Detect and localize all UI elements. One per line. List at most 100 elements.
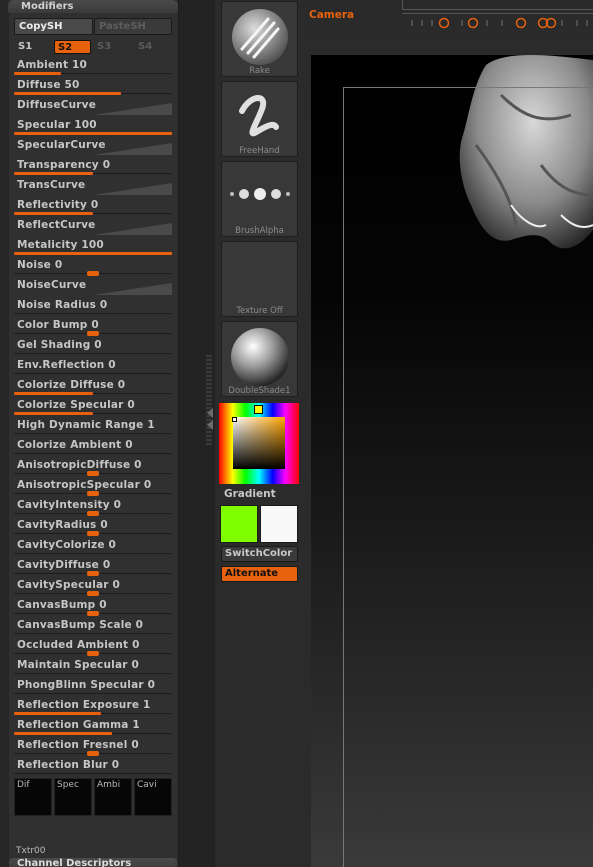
modifier-row[interactable]: AnisotropicDiffuse 0 [14, 459, 172, 479]
modifier-row[interactable]: CavityDiffuse 0 [14, 559, 172, 579]
slider-handle[interactable] [87, 511, 99, 516]
channel-swatch-dif[interactable]: Dif [14, 778, 52, 816]
modifier-row[interactable]: CavityColorize 0 [14, 539, 172, 559]
slider-track[interactable] [14, 673, 172, 674]
slider-track[interactable] [14, 373, 172, 374]
drag-grip-icon[interactable] [206, 355, 212, 445]
slider-track[interactable] [14, 633, 172, 634]
collapse-left-icon[interactable] [207, 408, 213, 418]
channel-swatch-cavi[interactable]: Cavi [134, 778, 172, 816]
modifier-row[interactable]: Reflectivity 0 [14, 199, 172, 219]
modifier-row[interactable]: Reflection Gamma 1 [14, 719, 172, 739]
slider-fill[interactable] [14, 132, 172, 135]
slider-fill[interactable] [14, 412, 93, 415]
modifier-row[interactable]: Ambient 10 [14, 59, 172, 79]
slot-s3-button[interactable]: S3 [97, 40, 111, 54]
slider-fill[interactable] [14, 72, 61, 75]
modifier-row[interactable]: CanvasBump Scale 0 [14, 619, 172, 639]
modifier-row[interactable]: Gel Shading 0 [14, 339, 172, 359]
modifier-row[interactable]: AnisotropicSpecular 0 [14, 479, 172, 499]
slider-track[interactable] [14, 553, 172, 554]
modifier-row[interactable]: Colorize Specular 0 [14, 399, 172, 419]
modifier-row[interactable]: TransCurve [14, 179, 172, 199]
brush-rake-button[interactable]: Rake [221, 1, 298, 77]
slider-fill[interactable] [14, 712, 101, 715]
gradient-toggle[interactable]: Gradient [224, 488, 276, 500]
modifier-row[interactable]: Occluded Ambient 0 [14, 639, 172, 659]
modifier-row[interactable]: Colorize Diffuse 0 [14, 379, 172, 399]
brush-alpha-button[interactable]: BrushAlpha [221, 161, 298, 237]
slider-handle[interactable] [87, 471, 99, 476]
slider-track[interactable] [14, 693, 172, 694]
slider-handle[interactable] [87, 591, 99, 596]
modifier-row[interactable]: High Dynamic Range 1 [14, 419, 172, 439]
collapse-left-icon[interactable] [207, 420, 213, 430]
channel-swatch-ambi[interactable]: Ambi [94, 778, 132, 816]
modifier-row[interactable]: Specular 100 [14, 119, 172, 139]
camera-timeline[interactable] [402, 13, 593, 31]
modifier-row[interactable]: PhongBlinn Specular 0 [14, 679, 172, 699]
slider-track[interactable] [14, 453, 172, 454]
switch-color-button[interactable]: SwitchColor [221, 546, 298, 562]
slot-s1-button[interactable]: S1 [18, 40, 32, 54]
modifier-row[interactable]: Reflection Fresnel 0 [14, 739, 172, 759]
color-picker[interactable] [219, 403, 299, 484]
texture-label: Txtr00 [16, 846, 46, 856]
slider-track[interactable] [14, 433, 172, 434]
channel-descriptors-header[interactable]: Channel Descriptors [9, 858, 177, 867]
modifier-row[interactable]: CavitySpecular 0 [14, 579, 172, 599]
slider-handle[interactable] [87, 651, 99, 656]
paste-sh-button[interactable]: PasteSH [94, 18, 172, 35]
slider-handle[interactable] [87, 271, 99, 276]
slider-fill[interactable] [14, 252, 172, 255]
texture-off-button[interactable]: Texture Off [221, 241, 298, 317]
modifier-row[interactable]: Transparency 0 [14, 159, 172, 179]
slider-handle[interactable] [87, 331, 99, 336]
slider-track[interactable] [14, 313, 172, 314]
slider-handle[interactable] [87, 611, 99, 616]
modifier-row[interactable]: DiffuseCurve [14, 99, 172, 119]
slider-fill[interactable] [14, 172, 93, 175]
panel-header[interactable]: Modifiers [8, 0, 178, 13]
hue-handle[interactable] [254, 405, 263, 414]
slot-s4-button[interactable]: S4 [138, 40, 152, 54]
modifier-row[interactable]: Metalicity 100 [14, 239, 172, 259]
slider-handle[interactable] [87, 531, 99, 536]
secondary-color-swatch[interactable] [260, 505, 298, 543]
modifier-row[interactable]: Colorize Ambient 0 [14, 439, 172, 459]
material-button[interactable]: DoubleShade1 [221, 321, 298, 397]
modifier-row[interactable]: Env.Reflection 0 [14, 359, 172, 379]
channel-swatch-spec[interactable]: Spec [54, 778, 92, 816]
modifier-row[interactable]: CavityRadius 0 [14, 519, 172, 539]
slider-handle[interactable] [87, 491, 99, 496]
modifier-row[interactable]: Noise Radius 0 [14, 299, 172, 319]
slider-fill[interactable] [14, 732, 112, 735]
modifier-row[interactable]: Noise 0 [14, 259, 172, 279]
color-picker-square[interactable] [233, 417, 285, 469]
modifier-label: SpecularCurve [17, 139, 106, 151]
modifier-row[interactable]: Color Bump 0 [14, 319, 172, 339]
slider-handle[interactable] [87, 571, 99, 576]
modifier-row[interactable]: Reflection Exposure 1 [14, 699, 172, 719]
main-color-swatch[interactable] [220, 505, 258, 543]
slot-s2-button[interactable]: S2 [54, 40, 91, 54]
modifier-row[interactable]: SpecularCurve [14, 139, 172, 159]
slider-fill[interactable] [14, 392, 93, 395]
modifier-row[interactable]: Maintain Specular 0 [14, 659, 172, 679]
modifier-row[interactable]: NoiseCurve [14, 279, 172, 299]
stroke-freehand-button[interactable]: FreeHand [221, 81, 298, 157]
timeline-track[interactable] [402, 0, 593, 10]
slider-handle[interactable] [87, 751, 99, 756]
slider-fill[interactable] [14, 92, 121, 95]
slider-fill[interactable] [14, 212, 93, 215]
slider-track[interactable] [14, 773, 172, 774]
slider-track[interactable] [14, 353, 172, 354]
saturation-handle[interactable] [232, 417, 237, 422]
modifier-row[interactable]: Reflection Blur 0 [14, 759, 172, 779]
modifier-row[interactable]: Diffuse 50 [14, 79, 172, 99]
modifier-row[interactable]: CavityIntensity 0 [14, 499, 172, 519]
modifier-row[interactable]: CanvasBump 0 [14, 599, 172, 619]
modifier-row[interactable]: ReflectCurve [14, 219, 172, 239]
copy-sh-button[interactable]: CopySH [14, 18, 93, 35]
alternate-button[interactable]: Alternate [221, 566, 298, 582]
